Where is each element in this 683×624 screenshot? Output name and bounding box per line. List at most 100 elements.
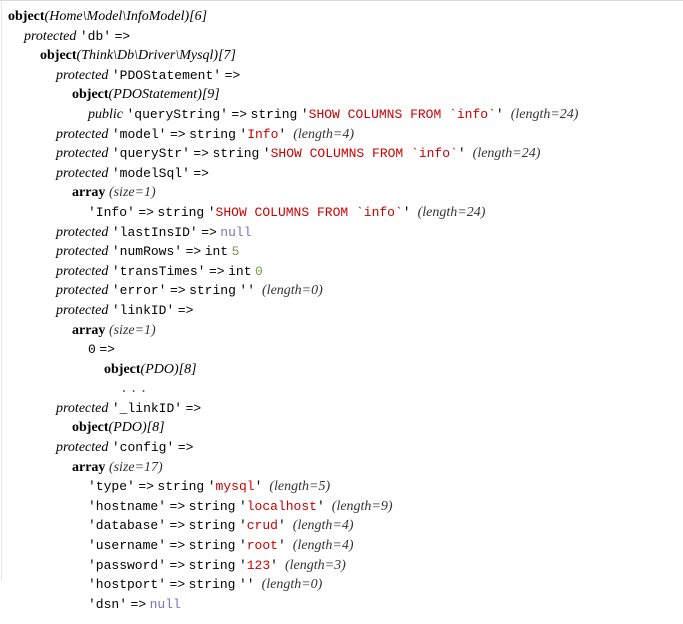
visibility-modifier: protected [24,28,77,44]
property-name: 'model' [111,126,167,142]
string-value: SHOW COLUMNS FROM `info` [270,146,458,162]
open-quote: ' [238,498,247,514]
dump-line: 'Info' => string 'SHOW COLUMNS FROM `inf… [8,203,683,223]
class-name: (Home\Model\InfoModel) [44,9,190,24]
string-value: SHOW COLUMNS FROM `info` [215,204,403,220]
close-quote: ' [246,577,255,593]
close-quote: ' [316,498,325,514]
string-value: localhost [246,498,317,514]
close-quote: ' [278,126,287,142]
assignment-arrow: => [177,302,194,318]
close-quote: ' [457,146,466,162]
object-id: [8] [146,420,165,436]
close-quote: ' [247,283,256,299]
property-name: 'config' [111,440,175,456]
array-key: 'username' [88,538,167,554]
value-type: int [204,244,229,260]
array-key: 'password' [88,557,167,573]
open-quote: ' [207,204,216,220]
string-length: (length=24) [417,204,486,220]
object-id: [9] [201,87,220,103]
dump-line: protected '_linkID' => [8,399,683,419]
open-quote: ' [238,518,247,534]
object-keyword: object [8,9,45,24]
string-length: (length=4) [292,538,354,554]
property-name: 'transTimes' [111,263,206,279]
assignment-arrow: => [224,67,241,83]
value-type: string [212,146,260,162]
array-key: 'type' [88,479,135,495]
object-keyword: object [104,361,141,377]
visibility-modifier: protected [56,67,109,83]
array-size: (size=1) [108,322,156,338]
dump-line: 'type' => string 'mysql' (length=5) [8,477,683,497]
property-name: 'db' [79,28,112,44]
dump-line: object(PDOStatement)[9] [8,85,683,105]
string-length: (length=4) [293,126,354,142]
truncation-ellipsis: ... [120,381,150,397]
dump-line: array (size=1) [8,183,683,203]
value-type: string [157,479,205,495]
dump-line: object(PDO)[8] [8,360,683,380]
open-quote: ' [238,577,247,593]
array-key: 'dsn' [88,596,128,612]
visibility-modifier: public [88,106,123,122]
string-length: (length=24) [510,106,579,122]
class-name: (PDOStatement) [108,87,202,103]
array-key: 'hostport' [88,577,167,593]
object-id: [6] [189,9,208,24]
visibility-modifier: protected [56,302,109,318]
string-value: root [246,538,278,554]
var-dump-output: object(Home\Model\InfoModel)[6] protected… [0,0,683,624]
assignment-arrow: => [169,518,186,534]
visibility-modifier: protected [56,224,109,240]
string-length: (length=3) [284,557,346,573]
value-type: string [188,557,236,573]
value-type: string [188,538,236,554]
object-keyword: object [40,48,77,64]
dump-line: protected 'transTimes' => int 0 [8,262,683,282]
dump-line: protected 'error' => string '' (length=0… [8,281,683,301]
dump-line: array (size=17) [8,458,683,478]
dump-line: 'database' => string 'crud' (length=4) [8,516,683,536]
value-type: string [188,498,236,514]
value-type: string [188,518,236,534]
assignment-arrow: => [138,204,154,220]
string-length: (length=0) [262,283,323,299]
open-quote: ' [238,538,247,554]
close-quote: ' [277,538,286,554]
assignment-arrow: => [185,400,202,416]
close-quote: ' [254,479,263,495]
dump-line: protected 'model' => string 'Info' (leng… [8,125,683,145]
string-length: (length=9) [331,498,393,514]
property-name: 'linkID' [111,302,175,318]
assignment-arrow: => [169,577,186,593]
dump-line: protected 'PDOStatement' => [8,66,683,86]
value-type: string [157,204,205,220]
class-name: (Think\Db\Driver\Mysql) [76,48,219,64]
array-key: 0 [88,342,96,358]
array-keyword: array [72,322,106,338]
value-type: string [189,283,236,299]
value-type: string [189,126,236,142]
close-quote: ' [270,557,278,573]
string-value: 123 [246,557,271,573]
property-name: 'modelSql' [111,165,190,181]
dump-line: array (size=1) [8,321,683,341]
assignment-arrow: => [99,342,115,358]
assignment-arrow: => [114,28,131,44]
class-name: (PDO) [140,361,179,377]
value-type: string [250,106,298,122]
value-type: int [228,263,252,279]
visibility-modifier: protected [56,440,109,456]
dump-line: protected 'db' => [8,27,683,47]
assignment-arrow: => [185,244,202,260]
null-value: null [149,596,181,612]
dump-line: 'password' => string '123' (length=3) [8,556,683,576]
string-value: crud [246,518,278,534]
close-quote: ' [402,204,411,220]
dump-line: protected 'lastInsID' => null [8,223,683,243]
array-key: 'database' [88,518,167,534]
int-value: 5 [231,244,240,260]
string-length: (length=24) [472,146,541,162]
